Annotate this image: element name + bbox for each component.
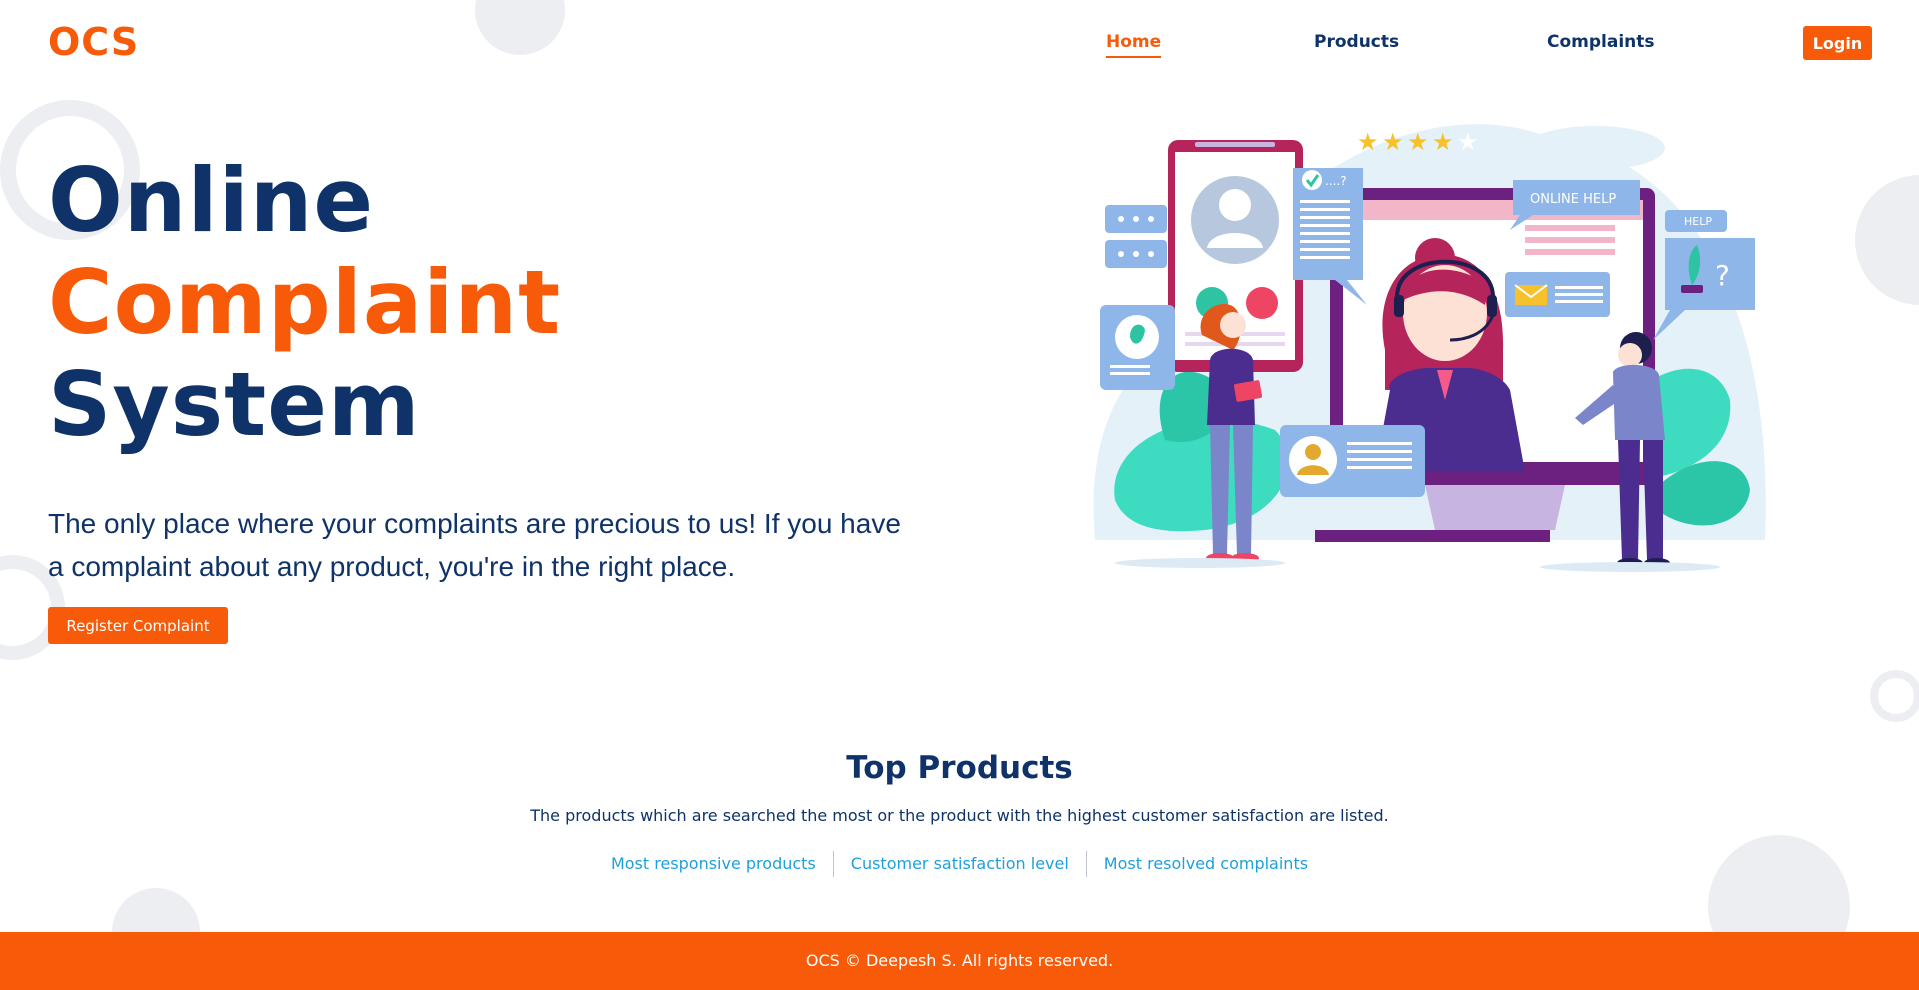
footer: OCS © Deepesh S. All rights reserved. (0, 932, 1919, 990)
svg-text:?: ? (1715, 259, 1730, 292)
hero-title-line1: Online (48, 149, 375, 252)
svg-text:★: ★ (1357, 128, 1379, 156)
register-complaint-button[interactable]: Register Complaint (48, 607, 228, 644)
rating-stars-icon: ★ ★ ★ ★ ★ (1357, 128, 1479, 156)
svg-text:ONLINE HELP: ONLINE HELP (1530, 192, 1616, 207)
product-filter-tabs: Most responsive products Customer satisf… (0, 851, 1919, 877)
nav-complaints-link[interactable]: Complaints (1547, 32, 1655, 52)
top-products-heading: Top Products (846, 750, 1073, 786)
svg-text:★: ★ (1457, 128, 1479, 156)
hero-title-system: System (48, 353, 421, 456)
top-products-section: Top Products The products which are sear… (0, 750, 1919, 877)
tab-customer-satisfaction-level[interactable]: Customer satisfaction level (832, 851, 1086, 877)
nav-home-link[interactable]: Home (1106, 32, 1162, 58)
svg-text:★: ★ (1432, 128, 1454, 156)
top-navbar: OCS Home Products Complaints Login (0, 0, 1919, 90)
top-products-subtitle: The products which are searched the most… (530, 806, 1389, 825)
svg-text:....?: ....? (1325, 174, 1347, 188)
background-circle (1855, 175, 1919, 305)
hero-title-complaint: Complaint (48, 251, 562, 354)
svg-text:★: ★ (1407, 128, 1429, 156)
hero-section: Online Complaint System The only place w… (48, 150, 948, 588)
svg-text:HELP: HELP (1684, 215, 1712, 228)
logo[interactable]: OCS (48, 20, 139, 64)
tab-most-resolved-complaints[interactable]: Most resolved complaints (1085, 851, 1325, 877)
customer-support-illustration: ★ ★ ★ ★ ★ ....? ONLINE HELP HELP ? (1093, 124, 1766, 572)
footer-copyright: OCS © Deepesh S. All rights reserved. (805, 951, 1114, 970)
tab-most-responsive-products[interactable]: Most responsive products (594, 851, 833, 877)
hero-description: The only place where your complaints are… (48, 508, 901, 582)
hero-title: Online Complaint System (48, 150, 948, 456)
nav-products-link[interactable]: Products (1314, 32, 1399, 52)
background-ring (1870, 670, 1919, 722)
svg-text:★: ★ (1382, 128, 1404, 156)
login-button[interactable]: Login (1803, 26, 1872, 60)
